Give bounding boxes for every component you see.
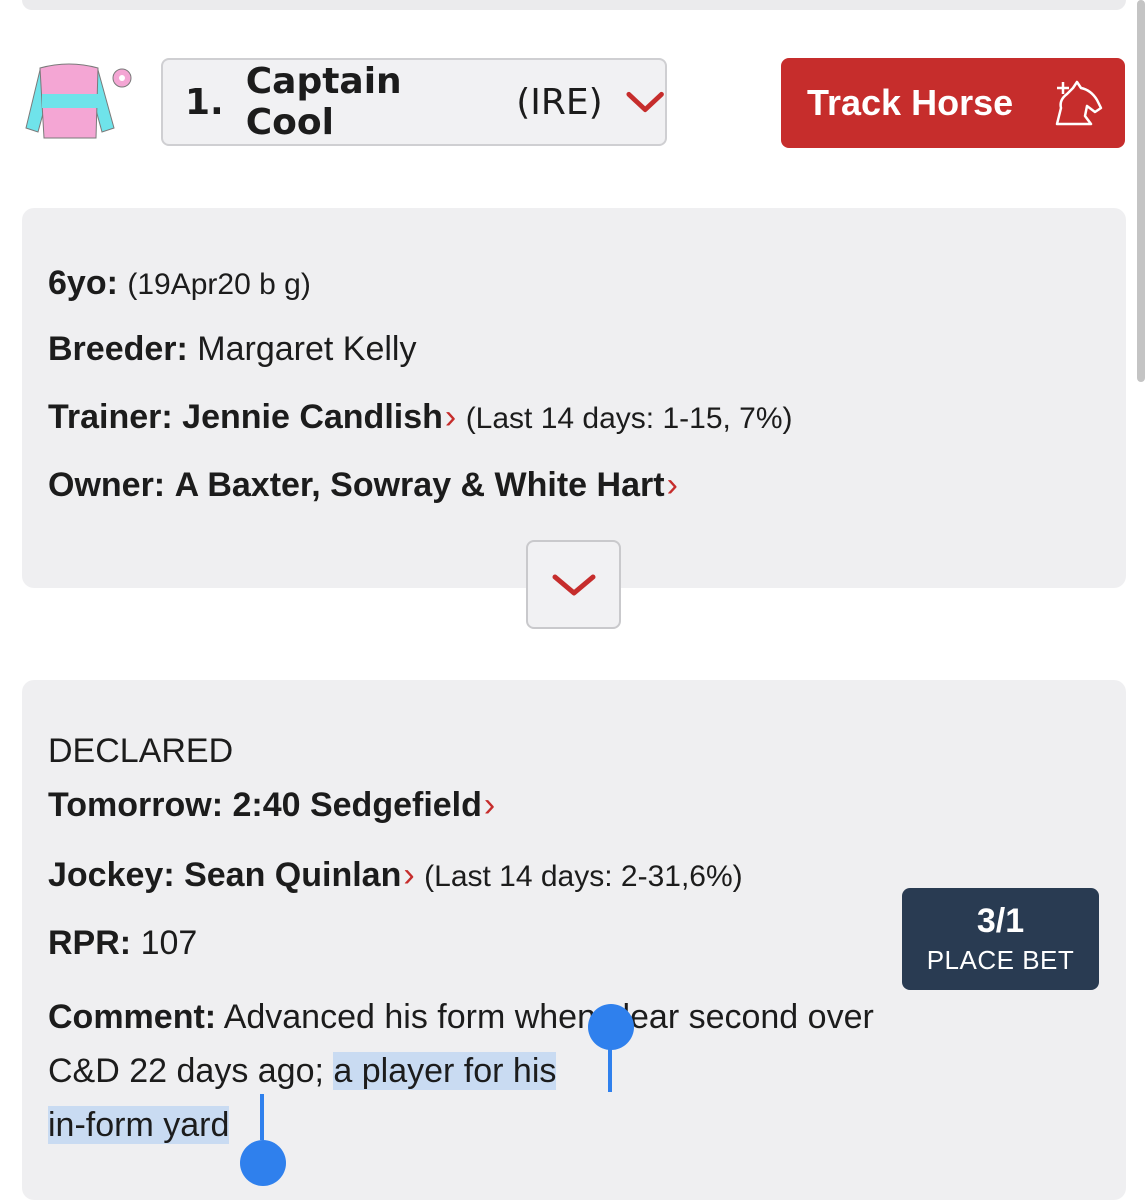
- jockey-link[interactable]: Sean Quinlan: [184, 856, 401, 894]
- age-label: 6yo:: [48, 264, 118, 302]
- status-text: DECLARED: [48, 732, 234, 770]
- jockey-row: Jockey: Sean Quinlan› (Last 14 days: 2-3…: [48, 856, 743, 895]
- jockey-label: Jockey:: [48, 856, 175, 894]
- trainer-stats: (Last 14 days: 1-15, 7%): [465, 402, 793, 435]
- comment-label: Comment:: [48, 998, 217, 1036]
- jockey-silks-icon: [25, 63, 132, 139]
- previous-panel-edge: [22, 0, 1126, 10]
- owner-link[interactable]: A Baxter, Sowray & White Hart: [175, 466, 665, 504]
- track-horse-button[interactable]: Track Horse: [781, 58, 1125, 148]
- horse-name: Captain Cool: [245, 61, 402, 143]
- breeder-value: Margaret Kelly: [197, 330, 417, 368]
- place-bet-button[interactable]: 3/1 PLACE BET: [902, 888, 1099, 990]
- breeder-label: Breeder:: [48, 330, 188, 368]
- horse-country: (IRE): [516, 81, 603, 123]
- comment-text[interactable]: Comment: Advanced his form when clear se…: [48, 990, 898, 1152]
- rpr-row: RPR: 107: [48, 924, 197, 963]
- horse-number: 1.: [185, 81, 224, 123]
- trainer-link[interactable]: Jennie Candlish: [182, 398, 443, 436]
- selection-end-handle[interactable]: [240, 1140, 286, 1186]
- chevron-down-icon: [626, 91, 664, 113]
- scrollbar[interactable]: [1137, 0, 1145, 382]
- selection-start-handle[interactable]: [588, 1004, 634, 1050]
- selection-end-caret[interactable]: [260, 1094, 264, 1140]
- chevron-right-icon: ›: [483, 786, 496, 824]
- trainer-row: Trainer: Jennie Candlish› (Last 14 days:…: [48, 398, 793, 437]
- chevron-right-icon: ›: [444, 398, 457, 436]
- odds-value: 3/1: [976, 902, 1025, 940]
- race-link[interactable]: 2:40 Sedgefield: [232, 786, 481, 824]
- age-row: 6yo: (19Apr20 b g): [48, 264, 311, 303]
- track-horse-label: Track Horse: [807, 82, 1014, 123]
- place-bet-label: PLACE BET: [926, 945, 1075, 975]
- breeder-row: Breeder: Margaret Kelly: [48, 330, 417, 369]
- owner-row: Owner: A Baxter, Sowray & White Hart›: [48, 466, 678, 505]
- chevron-right-icon: ›: [666, 466, 678, 504]
- jockey-stats: (Last 14 days: 2-31,6%): [424, 860, 743, 893]
- age-value: (19Apr20 b g): [127, 268, 311, 301]
- chevron-down-icon: [552, 574, 595, 595]
- selected-text-1: a player for his: [333, 1052, 557, 1090]
- expand-details-button[interactable]: [526, 540, 621, 629]
- declared-status: DECLARED: [48, 732, 233, 771]
- trainer-label: Trainer:: [48, 398, 173, 436]
- race-row: Tomorrow: 2:40 Sedgefield›: [48, 786, 495, 825]
- race-day-label: Tomorrow:: [48, 786, 224, 824]
- horse-head-plus-icon: [1055, 80, 1103, 126]
- chevron-right-icon: ›: [403, 856, 415, 894]
- rpr-value: 107: [140, 924, 198, 962]
- horse-selector-dropdown[interactable]: 1. Captain Cool (IRE): [161, 58, 667, 146]
- owner-label: Owner:: [48, 466, 166, 504]
- selected-text-2: in-form yard: [48, 1106, 230, 1144]
- rpr-label: RPR:: [48, 924, 132, 962]
